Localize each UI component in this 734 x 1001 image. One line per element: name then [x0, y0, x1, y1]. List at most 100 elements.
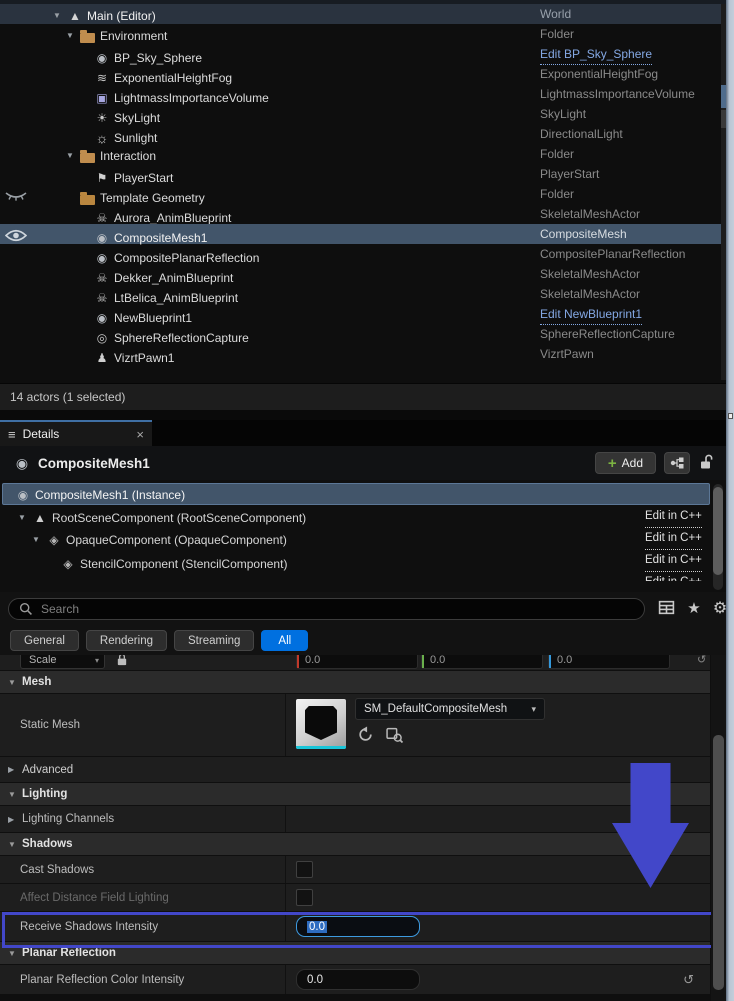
favorites-star-icon[interactable]: ★: [684, 599, 704, 619]
outliner-type-label: Folder: [540, 24, 574, 44]
row-affect-distance-field-lighting: Affect Distance Field Lighting: [0, 884, 710, 911]
outliner-row-spherereflectioncapture[interactable]: ◎SphereReflectionCaptureSphereReflection…: [0, 324, 726, 344]
outliner-type-label: VizrtPawn: [540, 344, 594, 364]
scale-mode-dropdown[interactable]: Scale▾: [20, 655, 105, 669]
property-label: Cast Shadows: [20, 864, 94, 876]
chevron-down-icon: ▼: [8, 678, 22, 687]
actor-count-label: 14 actors (1 selected): [10, 390, 125, 404]
section-header-lighting[interactable]: ▼Lighting: [0, 783, 710, 805]
outliner-row-bp-sky-sphere[interactable]: ◉BP_Sky_SphereEdit BP_Sky_Sphere: [0, 44, 726, 64]
outliner-row-template-geometry[interactable]: Template GeometryFolder: [0, 184, 726, 204]
cast-shadows-checkbox[interactable]: [296, 861, 313, 878]
row-lighting-channels[interactable]: ▶Lighting Channels: [0, 806, 710, 832]
scale-lock-icon[interactable]: [116, 655, 128, 665]
outliner-row-playerstart[interactable]: ⚑PlayerStartPlayerStart: [0, 164, 726, 184]
outliner-row-sunlight[interactable]: ☼SunlightDirectionalLight: [0, 124, 726, 144]
section-header-mesh[interactable]: ▼Mesh: [0, 671, 710, 693]
component-row-rootscenecomponent-rootscenecomponent[interactable]: ▼▲RootSceneComponent (RootSceneComponent…: [0, 505, 710, 527]
search-input[interactable]: Search: [8, 598, 645, 620]
outliner-type-label: SkyLight: [540, 104, 586, 124]
outliner-type-label: CompositePlanarReflection: [540, 244, 685, 264]
blueprint-hierarchy-button[interactable]: [664, 452, 690, 474]
section-label: Mesh: [22, 676, 51, 688]
chevron-down-icon[interactable]: ▼: [18, 507, 32, 529]
outliner-row-exponentialheightfog[interactable]: ≋ExponentialHeightFogExponentialHeightFo…: [0, 64, 726, 84]
component-scrollbar-thumb[interactable]: [713, 487, 723, 575]
add-component-button[interactable]: + Add: [595, 452, 656, 474]
outliner-row-aurora-animblueprint[interactable]: ☠Aurora_AnimBlueprintSkeletalMeshActor: [0, 204, 726, 224]
eye-closed-icon[interactable]: [5, 188, 27, 201]
outliner-type-label: SkeletalMeshActor: [540, 284, 640, 304]
outliner-gutter: [5, 308, 27, 321]
planar-reflection-color-intensity-input[interactable]: 0.0: [296, 969, 420, 990]
tab-details[interactable]: ≡ Details ×: [0, 420, 152, 446]
axis-notch: [297, 655, 299, 668]
filter-tab-rendering[interactable]: Rendering: [86, 630, 167, 651]
outliner-row-dekker-animblueprint[interactable]: ☠Dekker_AnimBlueprintSkeletalMeshActor: [0, 264, 726, 284]
outliner-row-main-editor[interactable]: ▼▲Main (Editor)World: [0, 4, 726, 24]
unlock-icon[interactable]: [698, 454, 716, 472]
scale-z-field[interactable]: 0.0: [548, 655, 670, 669]
filter-tab-streaming[interactable]: Streaming: [174, 630, 254, 651]
details-toolbar: Search ★ ⚙: [0, 592, 734, 625]
scale-y-field[interactable]: 0.0: [421, 655, 543, 669]
component-row-compositemesh1-instance[interactable]: ◉CompositeMesh1 (Instance): [2, 483, 710, 505]
outliner-row-vizrtpawn1[interactable]: ♟VizrtPawn1VizrtPawn: [0, 344, 726, 364]
eye-open-icon[interactable]: [5, 228, 27, 241]
outliner-row-ltbelica-animblueprint[interactable]: ☠LtBelica_AnimBlueprintSkeletalMeshActor: [0, 284, 726, 304]
window-edge-strip: [726, 0, 734, 1001]
outliner-row-environment[interactable]: ▼EnvironmentFolder: [0, 24, 726, 44]
row-advanced[interactable]: ▶Advanced: [0, 757, 710, 782]
chevron-down-icon: ▾: [531, 704, 536, 715]
outliner-row-compositemesh1[interactable]: ◉CompositeMesh1CompositeMesh: [0, 224, 726, 244]
chevron-down-icon: ▼: [8, 790, 22, 799]
receive-shadows-intensity-input[interactable]: 0.0: [296, 916, 420, 937]
edit-in-cpp-link[interactable]: Edit in C++: [645, 527, 702, 550]
section-header-planar-reflection[interactable]: ▼Planar Reflection: [0, 942, 710, 964]
static-mesh-thumbnail[interactable]: [296, 699, 346, 749]
outliner-gutter: [5, 28, 27, 41]
outliner-type-label: Folder: [540, 144, 574, 164]
chevron-down-icon[interactable]: ▼: [32, 529, 46, 551]
filter-tab-general[interactable]: General: [10, 630, 79, 651]
static-mesh-value: SM_DefaultCompositeMesh: [364, 703, 507, 715]
outliner-row-newblueprint1[interactable]: ◉NewBlueprint1Edit NewBlueprint1: [0, 304, 726, 324]
component-row-stencilcomponent-stencilcomponent[interactable]: ◈StencilComponent (StencilComponent)Edit…: [0, 549, 710, 571]
reset-icon[interactable]: ↺: [697, 655, 706, 666]
component-row-translucentcomponent-translucentcomponent[interactable]: ◈TranslucentComponent (TranslucentCompon…: [0, 571, 710, 581]
row-planar-reflection-color-intensity: Planar Reflection Color Intensity0.0↺: [0, 965, 710, 994]
chevron-down-icon[interactable]: ▼: [66, 26, 80, 46]
edit-in-cpp-link[interactable]: Edit in C++: [645, 505, 702, 528]
close-tab-icon[interactable]: ×: [136, 427, 144, 442]
outliner-row-lightmassimportancevolume[interactable]: ▣LightmassImportanceVolumeLightmassImpor…: [0, 84, 726, 104]
outliner-row-skylight[interactable]: ☀SkyLightSkyLight: [0, 104, 726, 124]
properties-scrollbar-thumb[interactable]: [713, 735, 724, 990]
thumbnail-accent-bar: [296, 746, 346, 749]
browse-to-asset-icon[interactable]: [386, 726, 403, 743]
use-selected-asset-icon[interactable]: [357, 726, 374, 743]
section-label: Planar Reflection: [22, 947, 116, 959]
component-row-label: OpaqueComponent (OpaqueComponent): [66, 529, 287, 551]
outliner-type-link[interactable]: Edit NewBlueprint1: [540, 304, 642, 325]
static-mesh-dropdown[interactable]: SM_DefaultCompositeMesh ▾: [355, 698, 545, 720]
filter-tab-all[interactable]: All: [261, 630, 308, 651]
scale-x-field[interactable]: 0.0: [296, 655, 418, 669]
outliner-row-compositeplanarreflection[interactable]: ◉CompositePlanarReflectionCompositePlana…: [0, 244, 726, 264]
component-tree: ◉CompositeMesh1 (Instance)▼▲RootSceneCom…: [0, 480, 726, 592]
axis-notch: [422, 655, 424, 668]
edit-in-cpp-link[interactable]: Edit in C++: [645, 571, 702, 581]
reset-to-default-icon[interactable]: ↺: [683, 972, 694, 988]
outliner-gutter: [5, 8, 27, 21]
outliner-type-link[interactable]: Edit BP_Sky_Sphere: [540, 44, 652, 65]
property-label: Lighting Channels: [22, 813, 114, 825]
section-header-shadows[interactable]: ▼Shadows: [0, 833, 710, 855]
outliner-gutter: [5, 268, 27, 281]
display-options-icon[interactable]: [656, 599, 676, 619]
outliner-row-interaction[interactable]: ▼InteractionFolder: [0, 144, 726, 164]
component-row-opaquecomponent-opaquecomponent[interactable]: ▼◈OpaqueComponent (OpaqueComponent)Edit …: [0, 527, 710, 549]
chevron-down-icon[interactable]: ▼: [66, 146, 80, 166]
add-button-label: Add: [622, 456, 643, 470]
outliner-gutter: [5, 128, 27, 141]
chevron-down-icon[interactable]: ▼: [53, 6, 67, 26]
edit-in-cpp-link[interactable]: Edit in C++: [645, 549, 702, 572]
